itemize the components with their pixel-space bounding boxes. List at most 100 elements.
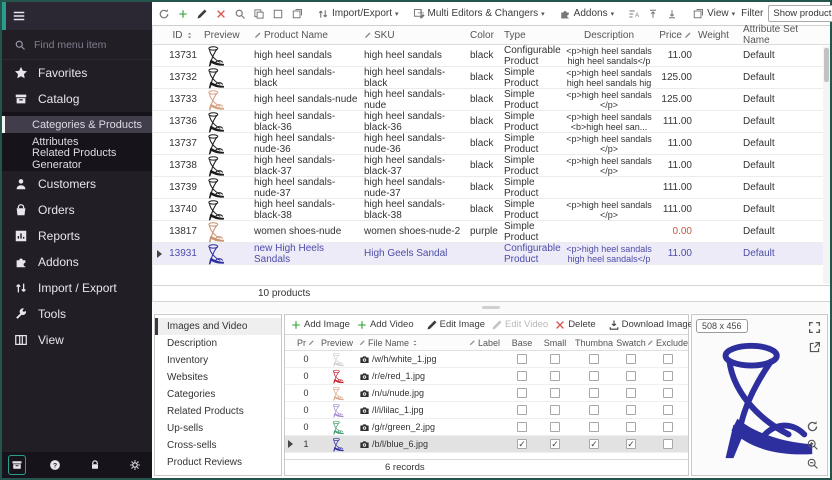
base-checkbox[interactable] bbox=[517, 405, 527, 415]
sidebar-item-import-export[interactable]: Import / Export bbox=[2, 275, 152, 301]
lock-button[interactable] bbox=[84, 459, 106, 471]
help-button[interactable] bbox=[44, 459, 66, 471]
paste-button[interactable] bbox=[290, 6, 304, 22]
tab-description[interactable]: Description bbox=[155, 335, 281, 352]
settings-button[interactable] bbox=[124, 459, 146, 471]
sidebar-item-related-products-generator[interactable]: Related Products Generator bbox=[2, 150, 152, 167]
column-header-preview[interactable]: Preview bbox=[201, 30, 251, 41]
image-row[interactable]: 0 /w/h/white_1.jpg bbox=[285, 351, 688, 368]
multi-editors-menu[interactable]: Multi Editors & Changers▾ bbox=[412, 6, 546, 22]
exclude-checkbox[interactable] bbox=[663, 439, 673, 449]
sidebar-item-reports[interactable]: Reports bbox=[2, 223, 152, 249]
swatch-checkbox[interactable] bbox=[626, 388, 636, 398]
sidebar-item-view[interactable]: View bbox=[2, 327, 152, 353]
tab-related-products[interactable]: Related Products bbox=[155, 403, 281, 420]
column-header-sku[interactable]: SKU bbox=[361, 30, 467, 41]
image-row[interactable]: 1 /b/l/blue_6.jpg bbox=[285, 436, 688, 453]
sidebar-item-addons[interactable]: Addons bbox=[2, 249, 152, 275]
store-button[interactable] bbox=[8, 455, 26, 475]
add-image-button[interactable]: Add Image bbox=[289, 317, 351, 333]
addons-menu[interactable]: Addons▾ bbox=[558, 6, 615, 22]
column-header-preview[interactable]: Preview bbox=[317, 338, 357, 348]
table-row[interactable]: 13736 high heel sandals-black-36 high he… bbox=[153, 111, 830, 133]
tab-product-reviews[interactable]: Product Reviews bbox=[155, 454, 281, 471]
edit-image-button[interactable]: Edit Image bbox=[425, 317, 486, 333]
column-header-file-name[interactable]: File Name bbox=[357, 338, 467, 348]
small-checkbox[interactable] bbox=[550, 354, 560, 364]
column-header-type[interactable]: Type bbox=[501, 30, 563, 41]
column-header-exclude[interactable]: Exclude bbox=[647, 338, 688, 348]
table-row[interactable]: 13817 women shoes-nude women shoes-nude-… bbox=[153, 221, 830, 243]
swatch-checkbox[interactable] bbox=[626, 422, 636, 432]
exclude-checkbox[interactable] bbox=[663, 405, 673, 415]
zoom-in-icon[interactable] bbox=[806, 438, 819, 451]
refresh-button[interactable] bbox=[157, 6, 171, 22]
thumbnail-checkbox[interactable] bbox=[589, 439, 599, 449]
add-video-button[interactable]: Add Video bbox=[355, 317, 415, 333]
sort-button[interactable] bbox=[627, 6, 641, 22]
image-row[interactable]: 0 /g/r/green_2.jpg bbox=[285, 419, 688, 436]
small-checkbox[interactable] bbox=[550, 439, 560, 449]
swatch-checkbox[interactable] bbox=[626, 405, 636, 415]
swatch-checkbox[interactable] bbox=[626, 439, 636, 449]
tab-cross-sells[interactable]: Cross-sells bbox=[155, 437, 281, 454]
small-checkbox[interactable] bbox=[550, 422, 560, 432]
image-row[interactable]: 0 /n/u/nude.jpg bbox=[285, 385, 688, 402]
collapse-rows-button[interactable] bbox=[665, 6, 679, 22]
base-checkbox[interactable] bbox=[517, 439, 527, 449]
delete-button[interactable] bbox=[214, 6, 228, 22]
copy-button[interactable] bbox=[252, 6, 266, 22]
small-checkbox[interactable] bbox=[550, 405, 560, 415]
thumbnail-checkbox[interactable] bbox=[589, 405, 599, 415]
swatch-checkbox[interactable] bbox=[626, 354, 636, 364]
column-header-thumbnail[interactable]: Thumbna bbox=[573, 338, 615, 348]
small-checkbox[interactable] bbox=[550, 388, 560, 398]
tab-up-sells[interactable]: Up-sells bbox=[155, 420, 281, 437]
search-button[interactable] bbox=[233, 6, 247, 22]
table-row[interactable]: 13738 high heel sandals-black-37 high he… bbox=[153, 155, 830, 177]
column-header-description[interactable]: Description bbox=[563, 30, 655, 41]
table-row[interactable]: 13731 high heel sandals high heel sandal… bbox=[153, 45, 830, 67]
image-row[interactable]: 0 /r/e/red_1.jpg bbox=[285, 368, 688, 385]
table-row[interactable]: 13733 high heel sandals-nude high heel s… bbox=[153, 89, 830, 111]
column-header-color[interactable]: Color bbox=[467, 30, 501, 41]
exclude-checkbox[interactable] bbox=[663, 422, 673, 432]
exclude-checkbox[interactable] bbox=[663, 371, 673, 381]
column-header-small[interactable]: Small bbox=[537, 338, 573, 348]
column-header-attribute-set[interactable]: Attribute Set Name bbox=[729, 24, 830, 46]
column-header-label[interactable]: Label bbox=[467, 338, 507, 348]
menu-search-input[interactable] bbox=[34, 39, 134, 51]
column-header-position[interactable]: Pr bbox=[295, 338, 317, 348]
table-row[interactable]: 13737 high heel sandals-nude-36 high hee… bbox=[153, 133, 830, 155]
zoom-out-icon[interactable] bbox=[806, 457, 819, 470]
base-checkbox[interactable] bbox=[517, 354, 527, 364]
expand-rows-button[interactable] bbox=[646, 6, 660, 22]
column-header-id[interactable]: ID bbox=[165, 30, 201, 41]
exclude-checkbox[interactable] bbox=[663, 354, 673, 364]
thumbnail-checkbox[interactable] bbox=[589, 371, 599, 381]
thumbnail-checkbox[interactable] bbox=[589, 422, 599, 432]
filter-select[interactable]: Show products from selected categories▾ bbox=[768, 5, 832, 22]
view-menu[interactable]: View▾ bbox=[691, 6, 736, 22]
import-export-menu[interactable]: Import/Export▾ bbox=[316, 6, 400, 22]
small-checkbox[interactable] bbox=[550, 371, 560, 381]
sidebar-item-tools[interactable]: Tools bbox=[2, 301, 152, 327]
select-button[interactable] bbox=[271, 6, 285, 22]
hamburger-icon[interactable] bbox=[12, 9, 26, 23]
download-image-button[interactable]: Download Image bbox=[607, 317, 694, 333]
column-header-weight[interactable]: Weight bbox=[695, 30, 729, 41]
base-checkbox[interactable] bbox=[517, 388, 527, 398]
base-checkbox[interactable] bbox=[517, 422, 527, 432]
panel-splitter[interactable] bbox=[152, 302, 830, 313]
table-row[interactable]: 13739 high heel sandals-nude-37 high hee… bbox=[153, 177, 830, 199]
column-header-base[interactable]: Base bbox=[507, 338, 537, 348]
tab-categories[interactable]: Categories bbox=[155, 386, 281, 403]
tab-images-and-video[interactable]: Images and Video bbox=[155, 318, 281, 335]
tab-websites[interactable]: Websites bbox=[155, 369, 281, 386]
table-row[interactable]: 13732 high heel sandals-black high heel … bbox=[153, 67, 830, 89]
sidebar-item-favorites[interactable]: Favorites bbox=[2, 60, 152, 86]
sidebar-item-customers[interactable]: Customers bbox=[2, 171, 152, 197]
image-row[interactable]: 0 /l/i/lilac_1.jpg bbox=[285, 402, 688, 419]
table-row[interactable]: 13931 new High Heels Sandals High Geels … bbox=[153, 243, 830, 265]
rotate-icon[interactable] bbox=[806, 420, 819, 433]
